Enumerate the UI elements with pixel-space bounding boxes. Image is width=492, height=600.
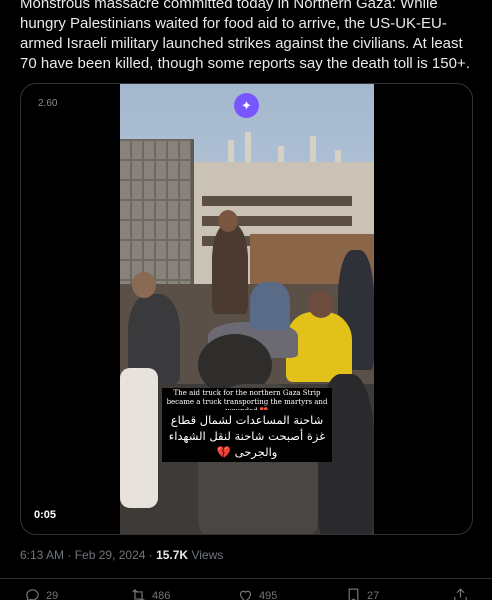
tweet-text: Monstrous massacre committed today in No… [20,0,470,72]
bookmark-button[interactable]: 27 [345,587,379,600]
video-duration: 0:05 [34,509,57,521]
video-frame[interactable]: ✦ The aid truck for the northern Gaza St… [120,84,374,534]
tweet-meta: 6:13 AM · Feb 29, 2024 · 15.7K Views [20,548,223,562]
tweet-timestamp[interactable]: 6:13 AM · Feb 29, 2024 · [20,548,156,562]
video-person [212,224,248,314]
views-count: 15.7K [156,548,189,562]
reply-count: 29 [46,589,59,600]
like-count: 495 [259,589,278,600]
video-corner-tag: 2.60 [38,98,58,109]
video-building-windows [202,196,352,206]
share-icon [454,588,467,600]
views-label: Views [188,548,224,562]
bookmark-icon [348,588,359,600]
video-person-head [218,210,238,232]
sparkle-icon[interactable]: ✦ [234,93,259,118]
tweet-action-bar: 29 486 495 27 [0,578,492,600]
heart-icon [239,590,252,600]
video-person [250,282,290,330]
video-white-cloth [120,368,158,508]
video-player[interactable]: 2.60 ✦ The aid truck for the northern Ga… [20,83,473,535]
reply-icon [26,589,39,600]
share-button[interactable] [452,587,469,600]
reply-button[interactable]: 29 [24,587,58,600]
video-building-tower [245,132,251,166]
video-person-head [308,290,334,318]
repost-button[interactable]: 486 [130,587,170,600]
video-caption-arabic: شاحنة المساعدات لشمال قطاع غزة أصبحت شاح… [162,410,332,462]
repost-count: 486 [152,589,171,600]
video-person-head [132,272,156,298]
repost-icon [132,588,145,600]
like-button[interactable]: 495 [237,587,277,600]
bookmark-count: 27 [367,589,380,600]
